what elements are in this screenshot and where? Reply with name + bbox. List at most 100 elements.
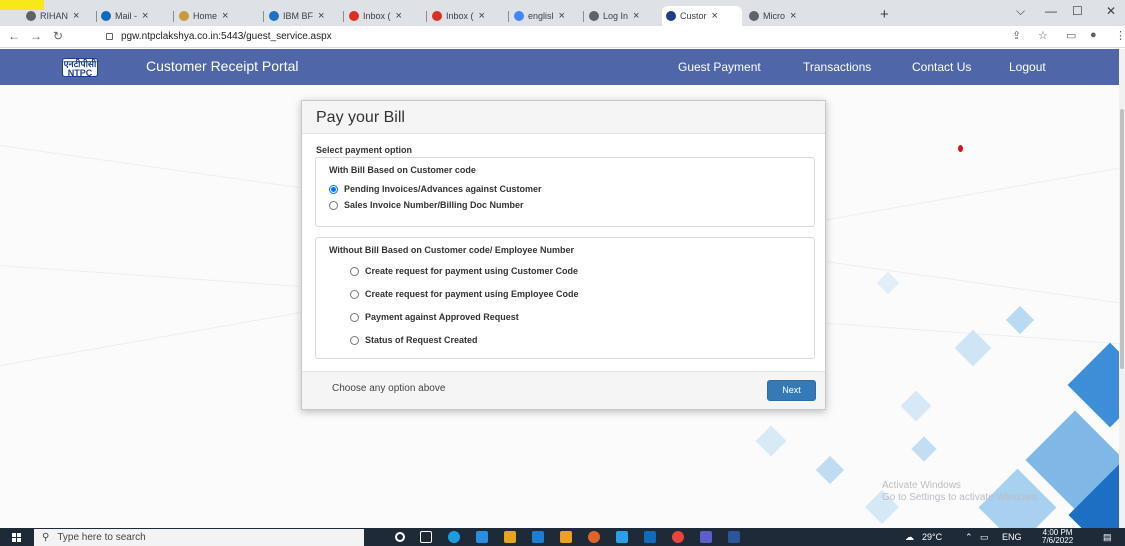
menu-kebab-icon[interactable]: ⋮ bbox=[1115, 29, 1125, 42]
outlook-icon[interactable] bbox=[644, 531, 656, 543]
nav-logout[interactable]: Logout bbox=[1009, 60, 1046, 74]
tab-separator bbox=[583, 11, 584, 22]
firefox-icon[interactable] bbox=[588, 531, 600, 543]
word-icon[interactable] bbox=[728, 531, 740, 543]
radio-customer-code-request[interactable] bbox=[350, 266, 359, 276]
tray-chevron-icon[interactable]: ⌃ bbox=[965, 532, 973, 543]
footer-hint: Choose any option above bbox=[332, 383, 446, 394]
app-title: Customer Receipt Portal bbox=[146, 58, 299, 74]
taskbar-search[interactable]: ⚲ Type here to search bbox=[34, 529, 364, 546]
radio-request-status[interactable] bbox=[350, 335, 359, 345]
next-button[interactable]: Next bbox=[767, 380, 816, 401]
file-explorer-icon[interactable] bbox=[504, 531, 516, 543]
network-icon[interactable]: ▭ bbox=[980, 532, 989, 543]
nav-transactions[interactable]: Transactions bbox=[803, 60, 871, 74]
nav-guest-payment[interactable]: Guest Payment bbox=[678, 60, 761, 74]
share-icon[interactable]: ⇪ bbox=[1012, 29, 1021, 42]
reload-icon[interactable]: ↻ bbox=[53, 29, 63, 43]
tab-search-chevron-icon[interactable]: ⌵ bbox=[1016, 4, 1025, 19]
windows-start-icon[interactable] bbox=[12, 533, 21, 542]
scrollbar-thumb[interactable] bbox=[1120, 109, 1124, 369]
browser-tab[interactable]: Micro × bbox=[745, 6, 819, 26]
tab-close-icon[interactable]: × bbox=[318, 10, 324, 22]
tab-label: Micro bbox=[763, 11, 785, 21]
option-request-status[interactable]: Status of Request Created bbox=[350, 335, 478, 345]
side-panel-icon[interactable]: ▭ bbox=[1066, 29, 1076, 42]
tab-close-icon[interactable]: × bbox=[479, 10, 485, 22]
gmail-icon bbox=[349, 11, 359, 21]
language-indicator[interactable]: ENG bbox=[1002, 532, 1022, 542]
option-pending-invoices[interactable]: Pending Invoices/Advances against Custom… bbox=[329, 184, 542, 194]
tab-separator bbox=[426, 11, 427, 22]
nav-contact-us[interactable]: Contact Us bbox=[912, 60, 971, 74]
bookmark-star-icon[interactable]: ☆ bbox=[1038, 29, 1048, 42]
task-view-icon[interactable] bbox=[420, 531, 432, 543]
search-placeholder: Type here to search bbox=[57, 532, 146, 543]
clock[interactable]: 4:00 PM 7/6/2022 bbox=[1042, 529, 1073, 545]
mail-icon[interactable] bbox=[532, 531, 544, 543]
google-icon bbox=[514, 11, 524, 21]
ntpc-icon bbox=[666, 11, 676, 21]
browser-tab[interactable]: Inbox (× bbox=[428, 6, 506, 26]
app-link-icon[interactable] bbox=[616, 531, 628, 543]
sticky-notes-icon[interactable] bbox=[560, 531, 572, 543]
tab-close-icon[interactable]: × bbox=[633, 10, 639, 22]
radio-pending-invoices[interactable] bbox=[329, 184, 338, 194]
bill-based-group: With Bill Based on Customer code Pending… bbox=[315, 157, 815, 227]
red-mark bbox=[958, 145, 963, 152]
option-approved-request-payment[interactable]: Payment against Approved Request bbox=[350, 312, 519, 322]
address-bar[interactable]: pgw.ntpclakshya.co.in:5443/guest_service… bbox=[106, 28, 976, 45]
without-bill-legend: Without Bill Based on Customer code/ Emp… bbox=[329, 245, 574, 255]
option-customer-code-request[interactable]: Create request for payment using Custome… bbox=[350, 266, 578, 276]
tab-label: IBM BF bbox=[283, 11, 314, 21]
tab-close-icon[interactable]: × bbox=[142, 10, 148, 22]
maximize-button[interactable]: ☐ bbox=[1072, 4, 1083, 18]
app-header: एनटीपीसी NTPC Customer Receipt Portal Gu… bbox=[0, 49, 1125, 85]
weather-icon[interactable]: ☁ bbox=[905, 532, 914, 543]
browser-tab[interactable]: RIHAN × bbox=[22, 6, 94, 26]
cortana-icon[interactable] bbox=[395, 532, 405, 542]
tab-close-icon[interactable]: × bbox=[559, 10, 565, 22]
browser-tab[interactable]: IBM BF × bbox=[265, 6, 341, 26]
teams-icon[interactable] bbox=[700, 531, 712, 543]
profile-avatar-icon[interactable]: ● bbox=[1090, 29, 1097, 41]
minimize-button[interactable]: — bbox=[1045, 4, 1057, 18]
tab-close-icon[interactable]: × bbox=[712, 10, 718, 22]
option-label: Create request for payment using Custome… bbox=[365, 266, 579, 276]
globe-icon bbox=[749, 11, 759, 21]
radio-sales-invoice[interactable] bbox=[329, 200, 338, 210]
notifications-icon[interactable]: ▤ bbox=[1103, 532, 1112, 543]
lock-icon[interactable] bbox=[106, 33, 113, 40]
tab-label: Mail - bbox=[115, 11, 137, 21]
option-sales-invoice[interactable]: Sales Invoice Number/Billing Doc Number bbox=[329, 200, 524, 210]
page-scrollbar[interactable] bbox=[1119, 49, 1125, 528]
chrome-icon[interactable] bbox=[672, 531, 684, 543]
tab-close-icon[interactable]: × bbox=[222, 10, 228, 22]
back-arrow-icon[interactable]: ← bbox=[8, 29, 20, 43]
browser-tab[interactable]: Home × bbox=[175, 6, 261, 26]
tab-close-icon[interactable]: × bbox=[396, 10, 402, 22]
outlook-icon bbox=[101, 11, 111, 21]
browser-tab[interactable]: Inbox (× bbox=[345, 6, 424, 26]
weather-temp[interactable]: 29°C bbox=[922, 532, 942, 542]
new-tab-button[interactable]: + bbox=[880, 6, 889, 23]
browser-tab[interactable]: Log In × bbox=[585, 6, 658, 26]
browser-tab[interactable]: englisl × bbox=[510, 6, 581, 26]
browser-tab[interactable]: Custor × bbox=[662, 6, 742, 26]
radio-employee-code-request[interactable] bbox=[350, 289, 359, 299]
option-label: Sales Invoice Number/Billing Doc Number bbox=[344, 200, 524, 210]
store-icon[interactable] bbox=[476, 531, 488, 543]
tab-label: RIHAN bbox=[40, 11, 69, 21]
forward-arrow-icon[interactable]: → bbox=[30, 29, 42, 43]
close-window-button[interactable]: ✕ bbox=[1106, 4, 1116, 18]
option-employee-code-request[interactable]: Create request for payment using Employe… bbox=[350, 289, 579, 299]
tab-close-icon[interactable]: × bbox=[73, 10, 79, 22]
radio-approved-request-payment[interactable] bbox=[350, 312, 359, 322]
option-label: Pending Invoices/Advances against Custom… bbox=[344, 184, 542, 194]
option-label: Create request for payment using Employe… bbox=[365, 289, 579, 299]
tab-close-icon[interactable]: × bbox=[790, 10, 796, 22]
browser-tab-strip: RIHAN × Mail - × Home × IBM BF × Inbox (× Inbox (… bbox=[0, 0, 1125, 26]
bg-diamond bbox=[911, 436, 937, 462]
edge-icon[interactable] bbox=[448, 531, 460, 543]
browser-tab[interactable]: Mail - × bbox=[97, 6, 171, 26]
